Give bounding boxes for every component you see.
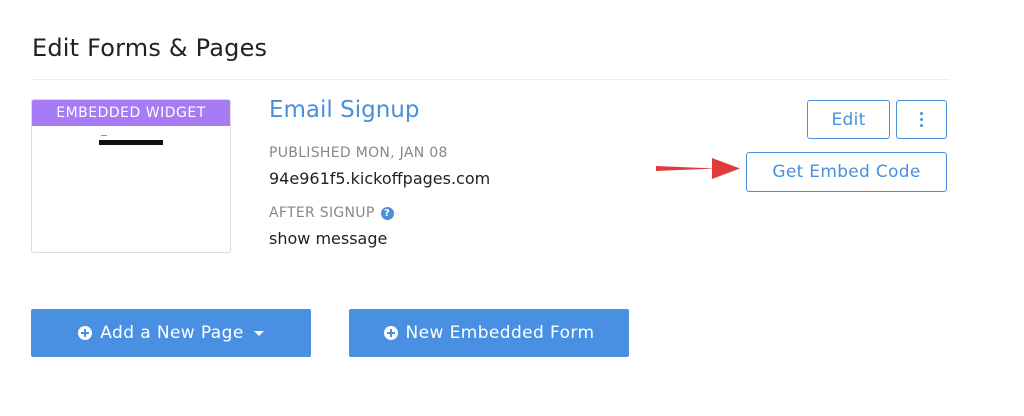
vertical-ellipsis-icon	[920, 118, 923, 121]
new-embedded-form-button[interactable]: New Embedded Form	[349, 309, 629, 357]
get-embed-code-button[interactable]: Get Embed Code	[746, 152, 947, 192]
form-thumbnail[interactable]: EMBEDDED WIDGET	[31, 99, 231, 253]
vertical-ellipsis-icon	[920, 124, 923, 127]
after-signup-value: show message	[269, 229, 388, 248]
caret-down-icon	[253, 330, 264, 336]
vertical-ellipsis-icon	[920, 112, 923, 115]
header-divider	[32, 79, 950, 80]
plus-circle-icon	[78, 326, 93, 340]
more-options-button[interactable]	[896, 100, 947, 139]
form-domain: 94e961f5.kickoffpages.com	[269, 169, 491, 188]
published-date: PUBLISHED MON, JAN 08	[269, 145, 448, 161]
add-new-page-label: Add a New Page	[100, 323, 244, 343]
question-circle-icon[interactable]: ?	[380, 206, 394, 220]
edit-button[interactable]: Edit	[807, 100, 890, 139]
page-title: Edit Forms & Pages	[32, 34, 268, 62]
red-arrow-icon	[656, 158, 740, 179]
after-signup-label-text: AFTER SIGNUP	[269, 205, 375, 221]
new-embedded-form-label: New Embedded Form	[405, 323, 595, 343]
thumbnail-preview-bar	[99, 140, 163, 145]
add-new-page-button[interactable]: Add a New Page	[31, 309, 311, 357]
after-signup-label: AFTER SIGNUP ?	[269, 205, 394, 221]
thumbnail-badge: EMBEDDED WIDGET	[32, 100, 230, 126]
thumbnail-preview-text	[101, 135, 107, 136]
plus-circle-icon	[383, 326, 398, 340]
form-name-link[interactable]: Email Signup	[269, 97, 419, 123]
